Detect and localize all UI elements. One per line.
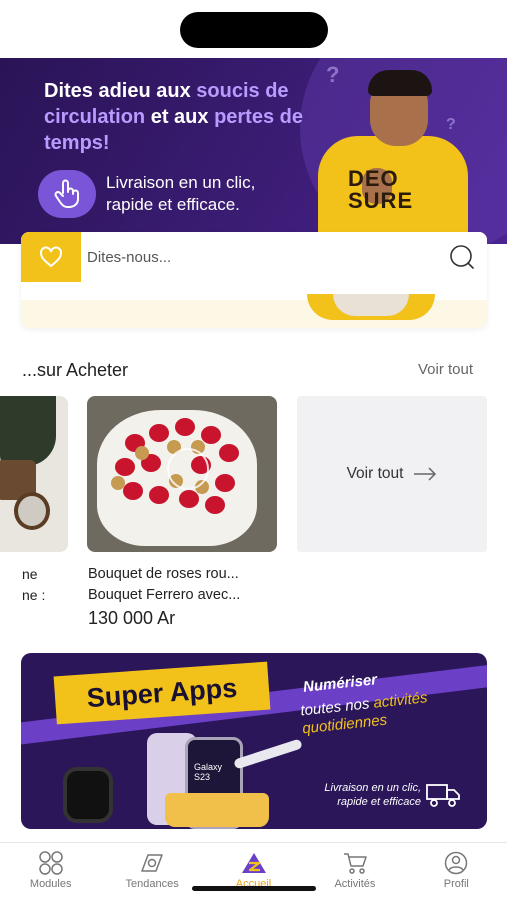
home-indicator bbox=[192, 886, 316, 891]
compass-icon bbox=[141, 854, 163, 872]
tap-hand-icon bbox=[38, 170, 96, 218]
hero-person-image: DEO SURE bbox=[318, 68, 468, 244]
search-icon bbox=[450, 245, 474, 269]
section-title: ...sur Acheter bbox=[22, 360, 129, 380]
search-card-banner bbox=[21, 294, 487, 328]
product-image[interactable] bbox=[87, 396, 277, 552]
search-button[interactable] bbox=[437, 232, 487, 282]
nav-profil[interactable]: Profil bbox=[406, 843, 507, 900]
fries-image bbox=[165, 793, 269, 827]
nav-label: Activités bbox=[334, 878, 376, 890]
watch-icon bbox=[14, 492, 50, 530]
product-price: 130 000 Ar bbox=[88, 608, 176, 628]
favorites-button[interactable] bbox=[21, 232, 81, 282]
super-apps-title: Super Apps bbox=[85, 672, 239, 713]
nav-accueil[interactable]: Accueil bbox=[203, 843, 304, 900]
bottom-navigation: Modules Tendances Accueil Activités Prof… bbox=[0, 842, 507, 900]
hero-title-part: et aux bbox=[145, 106, 215, 128]
arrow-right-icon bbox=[414, 467, 437, 481]
hero-banner[interactable]: ? ? Dites adieu aux soucis de circulatio… bbox=[0, 58, 507, 244]
super-apps-banner[interactable]: Super Apps Numériser toutes nos activité… bbox=[21, 653, 487, 829]
nav-label: Profil bbox=[443, 878, 469, 890]
shirt-print: DEO SURE bbox=[348, 166, 414, 213]
phone-label: Galaxy S23 bbox=[194, 762, 223, 782]
profile-icon bbox=[445, 851, 468, 875]
device-notch bbox=[180, 12, 328, 48]
heart-icon bbox=[40, 246, 62, 268]
product-name[interactable]: Bouquet Ferrero avec... bbox=[88, 587, 240, 603]
hero-title-part: Dites adieu aux bbox=[44, 80, 197, 102]
hero-subtitle: Livraison en un clic, rapide et efficace… bbox=[106, 173, 256, 214]
search-card: Dites-nous... bbox=[21, 232, 487, 328]
nav-label: Modules bbox=[29, 878, 72, 890]
grid-icon bbox=[38, 851, 63, 875]
nav-activites[interactable]: Activités bbox=[304, 843, 405, 900]
smartwatch-image bbox=[63, 767, 113, 823]
delivery-truck-icon bbox=[426, 784, 460, 807]
nav-label: Tendances bbox=[125, 878, 179, 890]
search-input[interactable]: Dites-nous... bbox=[81, 249, 437, 266]
hero-title: Dites adieu aux soucis de circulation et… bbox=[44, 78, 314, 156]
product-image[interactable] bbox=[0, 396, 68, 552]
product-name[interactable]: ne bbox=[22, 566, 38, 582]
nav-modules[interactable]: Modules bbox=[0, 843, 101, 900]
see-all-card[interactable]: Voir tout bbox=[297, 396, 487, 552]
nav-tendances[interactable]: Tendances bbox=[101, 843, 202, 900]
product-name[interactable]: Bouquet de roses rou... bbox=[88, 566, 239, 582]
play-icon bbox=[167, 448, 209, 490]
product-name[interactable]: ne : bbox=[22, 587, 45, 603]
airplane-image bbox=[233, 738, 303, 770]
home-logo-icon bbox=[241, 853, 266, 873]
search-bar[interactable]: Dites-nous... bbox=[21, 232, 487, 282]
cart-icon bbox=[343, 853, 367, 874]
see-all-card-label: Voir tout bbox=[346, 465, 404, 482]
promo-delivery-text: Livraison en un clic, rapide et efficace bbox=[324, 782, 421, 808]
see-all-link[interactable]: Voir tout bbox=[418, 361, 473, 378]
